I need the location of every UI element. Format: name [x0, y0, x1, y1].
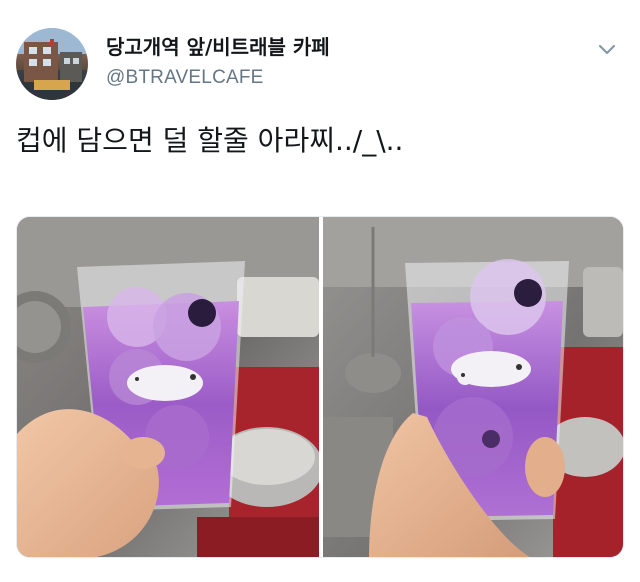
- photo-left[interactable]: [17, 217, 319, 557]
- account-handle[interactable]: @BTRAVELCAFE: [106, 66, 546, 90]
- tweet-text: 컵에 담으면 덜 할줄 아라찌../_\..: [16, 124, 404, 157]
- tweet-header: 당고개역 앞/비트래블 카페 @BTRAVELCAFE: [14, 26, 626, 102]
- more-options-button[interactable]: [596, 38, 618, 60]
- drink-photo-right-icon: [323, 217, 623, 557]
- media-grid: [16, 216, 624, 558]
- tweet-card: 당고개역 앞/비트래블 카페 @BTRAVELCAFE 컵에 담으면 덜 할줄 …: [0, 0, 640, 582]
- display-name[interactable]: 당고개역 앞/비트래블 카페: [106, 34, 546, 60]
- avatar[interactable]: [16, 28, 88, 100]
- photo-right[interactable]: [323, 217, 623, 557]
- drink-photo-left-icon: [17, 217, 319, 557]
- avatar-photo-icon: [16, 28, 88, 100]
- chevron-down-icon: [598, 44, 616, 55]
- name-block: 당고개역 앞/비트래블 카페 @BTRAVELCAFE: [106, 34, 546, 90]
